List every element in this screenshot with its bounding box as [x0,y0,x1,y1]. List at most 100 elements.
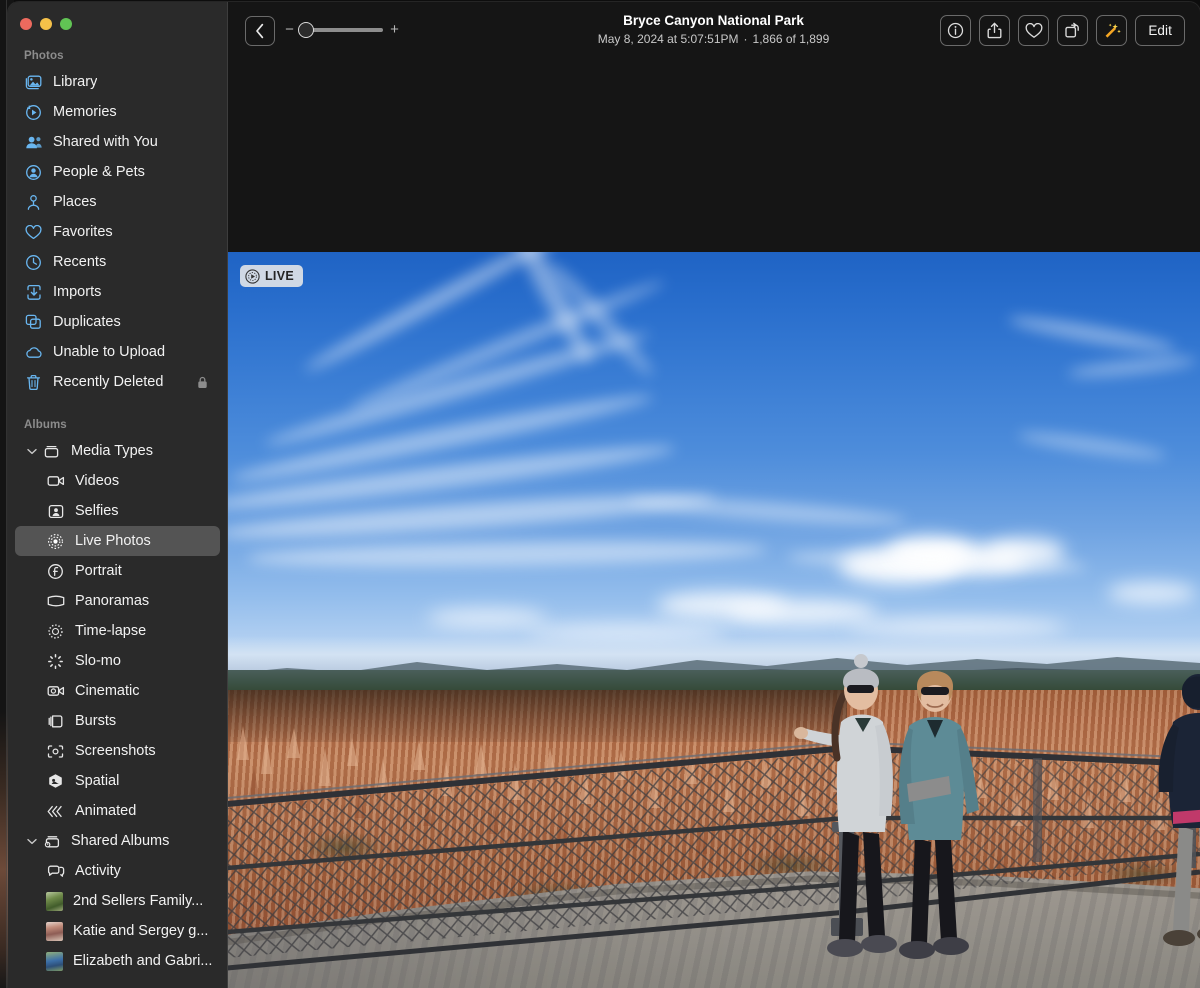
sidebar-item-label: Unable to Upload [53,344,166,360]
zoom-slider-track[interactable] [298,21,383,38]
memories-icon [24,103,43,122]
sidebar-group-media-types[interactable]: Media Types [15,436,220,466]
spatial-icon [46,772,65,791]
selfie-icon [46,502,65,521]
sidebar-item-label: Selfies [75,503,119,519]
sidebar-item-live-photos[interactable]: Live Photos [15,526,220,556]
media-types-icon [42,442,61,461]
sidebar-divider [227,2,228,988]
sidebar-item-spatial[interactable]: Spatial [15,766,220,796]
video-icon [46,472,65,491]
live-photos-icon [46,532,65,551]
album-thumbnail [46,921,63,941]
toolbar-buttons: Edit [940,15,1185,46]
toolbar: − + Bryce Canyon National Park May 8, 20… [227,2,1200,60]
chevron-down-icon[interactable] [26,446,37,457]
person-woman-right [899,671,979,959]
sidebar-item-label: Videos [75,473,120,489]
sidebar-item-shared-album-1[interactable]: 2nd Sellers Family... [15,886,220,916]
sidebar-item-shared-album-3[interactable]: Elizabeth and Gabri... [15,946,220,976]
import-icon [24,283,43,302]
metadata-separator: · [743,32,748,46]
auto-enhance-button[interactable] [1096,15,1128,46]
sidebar-item-label: Bursts [75,713,117,729]
favorite-button[interactable] [1018,15,1050,46]
zoom-button[interactable] [60,18,72,30]
info-button[interactable] [940,15,972,46]
sidebar-item-people-pets[interactable]: People & Pets [15,157,220,187]
sidebar-item-label: Slo-mo [75,653,121,669]
sidebar-item-label: Shared with You [53,134,158,150]
shared-albums-icon [42,832,61,851]
main-window: Photos Library Memories Shared with You … [8,2,1200,988]
content-area: − + Bryce Canyon National Park May 8, 20… [227,2,1200,988]
sidebar-item-videos[interactable]: Videos [15,466,220,496]
sidebar-group-label: Media Types [71,443,153,459]
share-icon [987,22,1002,39]
sidebar-group-shared-albums[interactable]: Shared Albums [15,826,220,856]
sidebar-item-time-lapse[interactable]: Time-lapse [15,616,220,646]
sidebar-item-shared-album-2[interactable]: Katie and Sergey g... [15,916,220,946]
shared-with-you-icon [24,133,43,152]
zoom-out-label[interactable]: − [285,22,294,37]
traffic-lights [20,18,72,30]
album-thumbnail [46,891,63,911]
rotate-icon [1065,22,1080,38]
background-window-edge [6,0,7,988]
sidebar-item-bursts[interactable]: Bursts [15,706,220,736]
chevron-down-icon[interactable] [26,836,37,847]
sidebar-item-recently-deleted[interactable]: Recently Deleted [15,367,220,397]
sidebar-item-portrait[interactable]: Portrait [15,556,220,586]
sidebar-item-label: People & Pets [53,164,145,180]
sidebar-item-imports[interactable]: Imports [15,277,220,307]
minimize-button[interactable] [40,18,52,30]
zoom-slider-knob[interactable] [298,21,314,38]
sidebar-item-label: Katie and Sergey g... [73,923,209,939]
animated-icon [46,802,65,821]
screenshot-icon [46,742,65,761]
sidebar-item-duplicates[interactable]: Duplicates [15,307,220,337]
back-button[interactable] [245,16,275,46]
sidebar-item-screenshots[interactable]: Screenshots [15,736,220,766]
cinematic-icon [46,682,65,701]
sidebar-item-slo-mo[interactable]: Slo-mo [15,646,220,676]
sidebar-scroll[interactable]: Photos Library Memories Shared with You … [8,46,227,988]
photo-viewer[interactable]: LIVE [227,252,1200,988]
lock-icon [197,376,208,389]
zoom-in-label[interactable]: + [390,22,399,37]
photos-app-window: Photos Library Memories Shared with You … [0,0,1200,988]
zoom-slider[interactable]: − + [285,21,399,38]
sidebar-item-favorites[interactable]: Favorites [15,217,220,247]
sidebar-item-label: Favorites [53,224,113,240]
sidebar-item-label: Cinematic [75,683,140,699]
portrait-icon [46,562,65,581]
photo-date: May 8, 2024 at 5:07:51PM [597,32,739,46]
sidebar-item-shared-with-you[interactable]: Shared with You [15,127,220,157]
sidebar-item-panoramas[interactable]: Panoramas [15,586,220,616]
sidebar-item-memories[interactable]: Memories [15,97,220,127]
live-photo-badge[interactable]: LIVE [240,265,303,287]
sidebar-item-selfies[interactable]: Selfies [15,496,220,526]
sidebar-item-places[interactable]: Places [15,187,220,217]
sidebar-item-library[interactable]: Library [15,67,220,97]
sidebar-item-label: Imports [53,284,102,300]
sidebar-item-animated[interactable]: Animated [15,796,220,826]
people-pets-icon [24,163,43,182]
photo-library-icon [24,73,43,92]
sidebar-item-label: Recents [53,254,107,270]
sidebar-item-recents[interactable]: Recents [15,247,220,277]
rotate-button[interactable] [1057,15,1089,46]
sidebar-item-label: Places [53,194,97,210]
share-button[interactable] [979,15,1011,46]
sidebar-item-unable-to-upload[interactable]: Unable to Upload [15,337,220,367]
sidebar-item-label: Activity [75,863,121,879]
info-icon [948,22,964,39]
close-button[interactable] [20,18,32,30]
sidebar-item-label: Duplicates [53,314,121,330]
sidebar-item-activity[interactable]: Activity [15,856,220,886]
edit-button[interactable]: Edit [1135,15,1185,46]
panorama-icon [46,592,65,611]
sidebar-group-label: Shared Albums [71,833,170,849]
sidebar-item-cinematic[interactable]: Cinematic [15,676,220,706]
slomo-icon [46,652,65,671]
